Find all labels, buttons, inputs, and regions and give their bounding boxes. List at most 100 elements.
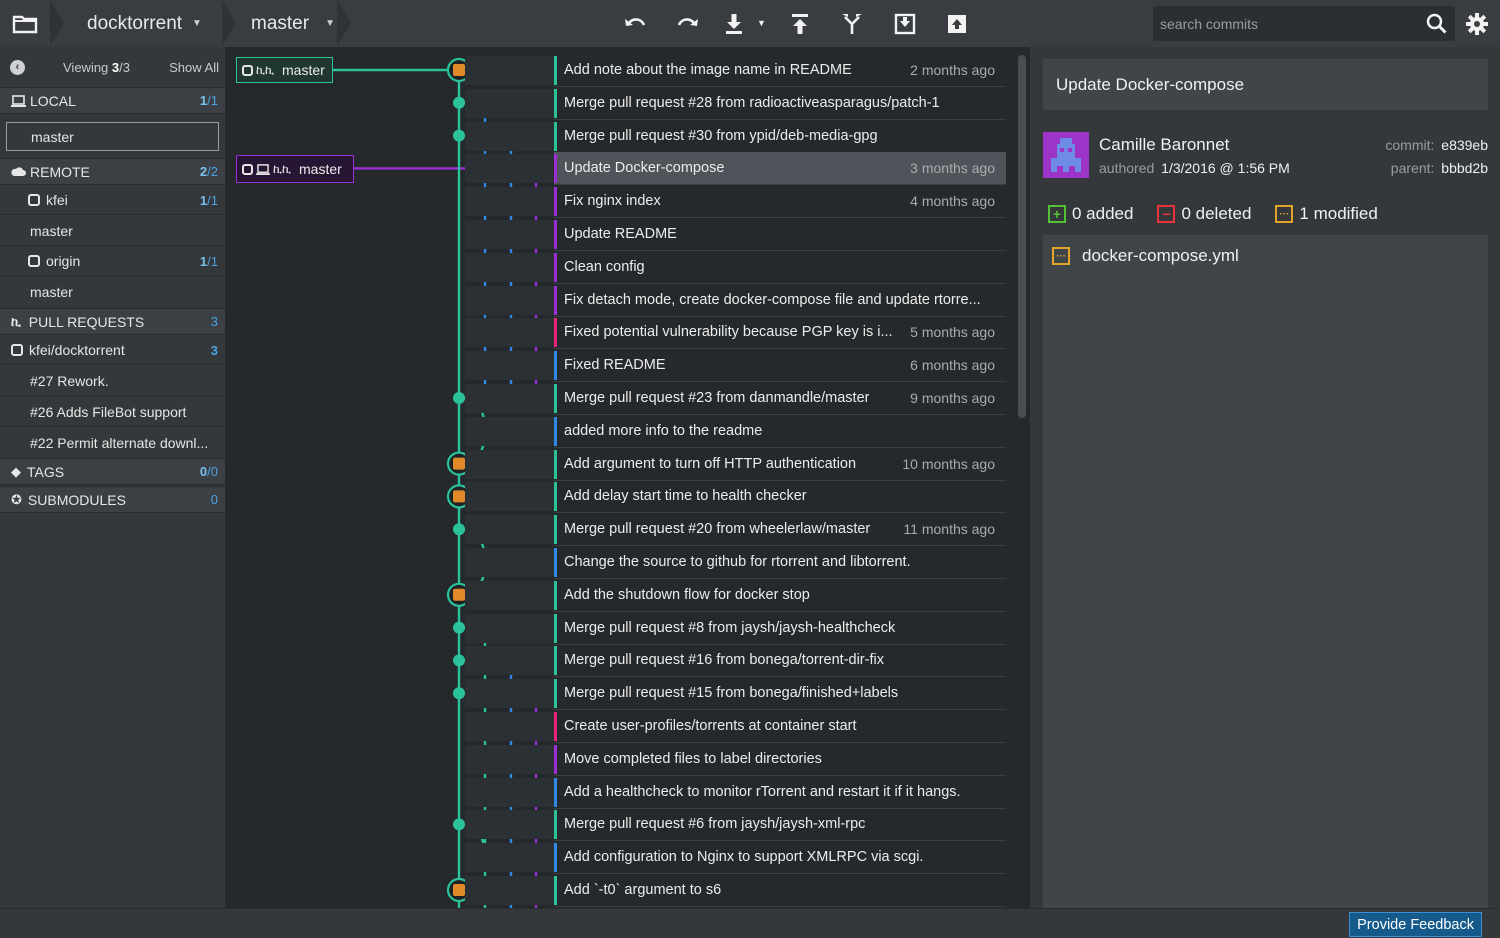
- commit-time: 2 months ago: [910, 62, 995, 78]
- commit-label: commit:: [1385, 137, 1435, 153]
- commit-message: Add the shutdown flow for docker stop: [564, 586, 810, 603]
- commit-message: Merge pull request #6 from jaysh/jaysh-x…: [564, 816, 866, 833]
- stash-icon: [894, 13, 916, 35]
- cloud-icon: [11, 167, 26, 176]
- remote-kfei[interactable]: kfei 1/1: [0, 186, 225, 215]
- commit-row[interactable]: Merge pull request #23 from danmandle/ma…: [554, 382, 1006, 415]
- parent-sha-line: parent: bbbd2b: [1391, 160, 1488, 176]
- branch-icon: [842, 14, 862, 34]
- commit-message: Merge pull request #15 from bonega/finis…: [564, 685, 899, 702]
- parent-sha[interactable]: bbbd2b: [1441, 160, 1488, 176]
- remote-section-header[interactable]: REMOTE 2/2: [0, 158, 225, 185]
- pull-request-icon: ኪኪ: [273, 161, 292, 176]
- graph-row-band: [465, 777, 554, 807]
- search-icon[interactable]: [1426, 13, 1447, 34]
- laptop-icon: [256, 163, 270, 175]
- commit-message: Change the source to github for rtorrent…: [564, 554, 911, 570]
- commit-row[interactable]: Merge pull request #16 from bonega/torre…: [554, 644, 1006, 678]
- scrollbar[interactable]: [1018, 55, 1026, 418]
- repo-selector[interactable]: docktorrent ▼: [87, 0, 202, 47]
- branch-tag-master-head[interactable]: ኪኪ master: [236, 57, 333, 83]
- commit-row[interactable]: Add argument to turn off HTTP authentica…: [554, 448, 1006, 481]
- commit-row[interactable]: Merge pull request #28 from radioactivea…: [554, 87, 1006, 120]
- branch-selector[interactable]: master ▼: [251, 0, 335, 47]
- chevron-down-icon: ▼: [325, 18, 335, 29]
- commit-row[interactable]: Update Docker-compose 3 months ago: [554, 152, 1006, 186]
- back-icon[interactable]: ‹: [10, 59, 25, 75]
- push-button[interactable]: [784, 8, 816, 40]
- stash-button[interactable]: [889, 8, 921, 40]
- merge-node: [453, 687, 465, 700]
- commit-row[interactable]: added more info to the readme: [554, 415, 1006, 448]
- pr-item[interactable]: #27 Rework.: [0, 366, 225, 396]
- commit-row[interactable]: Update README: [554, 218, 1006, 251]
- branch-button[interactable]: [836, 8, 868, 40]
- tag-icon: ◆: [11, 463, 21, 479]
- graph-row-band: [465, 416, 554, 446]
- repo-folder-button[interactable]: [0, 0, 50, 47]
- commit-row[interactable]: Add configuration to Nginx to support XM…: [554, 841, 1006, 875]
- graph-row-band: [465, 318, 554, 348]
- toolbar: docktorrent ▼ master ▼ ▼: [0, 0, 1500, 47]
- commit-row[interactable]: Change the source to github for rtorrent…: [554, 546, 1006, 579]
- search-input[interactable]: [1153, 6, 1423, 41]
- commit-time: 6 months ago: [910, 357, 995, 374]
- merge-node: [453, 392, 465, 404]
- commit-row[interactable]: Create user-profiles/torrents at contain…: [554, 710, 1006, 743]
- remote-kfei-branch-master[interactable]: master: [0, 216, 225, 246]
- pr-item[interactable]: #22 Permit alternate downl...: [0, 428, 225, 457]
- local-section-header[interactable]: LOCAL 1/1: [0, 87, 225, 114]
- local-branch-master[interactable]: master: [6, 122, 219, 151]
- commit-row[interactable]: Merge pull request #15 from bonega/finis…: [554, 677, 1006, 711]
- repo-name: docktorrent: [87, 12, 183, 34]
- commit-row[interactable]: Add the shutdown flow for docker stop: [554, 579, 1006, 612]
- pull-requests-section-header[interactable]: ኪ PULL REQUESTS 3: [0, 308, 225, 335]
- submodules-label: SUBMODULES: [27, 491, 126, 508]
- commit-row[interactable]: Merge pull request #30 from ypid/deb-med…: [554, 120, 1006, 153]
- undo-icon: [625, 18, 646, 26]
- commit-row[interactable]: Merge pull request #8 from jaysh/jaysh-h…: [554, 612, 1006, 645]
- graph-row-band: [465, 482, 554, 512]
- undo-button[interactable]: [619, 8, 651, 40]
- graph-row-band: [465, 56, 554, 85]
- commit-row[interactable]: Add a healthcheck to monitor rTorrent an…: [554, 776, 1006, 809]
- pr-repo-kfei-docktorrent[interactable]: kfei/docktorrent 3: [0, 336, 225, 365]
- file-row[interactable]: ··· docker-compose.yml: [1043, 243, 1488, 269]
- commit-row[interactable]: Fixed potential vulnerability because PG…: [554, 316, 1006, 350]
- pr-item[interactable]: #26 Adds FileBot support: [0, 397, 225, 427]
- branch-color-bar: [554, 646, 557, 676]
- remote-origin-count-total: /1: [207, 253, 218, 269]
- commit-row[interactable]: Add `-t0` argument to s6: [554, 874, 1006, 907]
- settings-button[interactable]: [1461, 8, 1493, 40]
- provide-feedback-button[interactable]: Provide Feedback: [1349, 912, 1482, 937]
- commit-row[interactable]: Add delay start time to health checker: [554, 480, 1006, 514]
- added-icon: +: [1048, 205, 1066, 223]
- show-all-link[interactable]: Show All: [169, 60, 219, 75]
- branch-tag-master-local[interactable]: ኪኪ master: [236, 155, 354, 183]
- viewing-total: /3: [119, 59, 130, 75]
- commit-row[interactable]: Move completed files to label directorie…: [554, 743, 1006, 776]
- commit-row[interactable]: Clean config: [554, 251, 1006, 284]
- pull-button[interactable]: [718, 8, 750, 40]
- branch-color-bar: [554, 679, 557, 709]
- remote-origin[interactable]: origin 1/1: [0, 247, 225, 276]
- commit-row[interactable]: Merge pull request #20 from wheelerlaw/m…: [554, 513, 1006, 547]
- remote-kfei-label: kfei: [46, 192, 68, 208]
- commit-detail-panel: Update Docker-compose Camille Baronnet a…: [1030, 47, 1500, 908]
- commit-row[interactable]: Merge pull request #6 from jaysh/jaysh-x…: [554, 808, 1006, 842]
- commit-row[interactable]: Add note about the image name in README 2…: [554, 54, 1006, 87]
- redo-button[interactable]: [672, 8, 704, 40]
- commit-row[interactable]: Fix nginx index 4 months ago: [554, 185, 1006, 219]
- submodules-section-header[interactable]: ✪ SUBMODULES 0: [0, 486, 225, 513]
- commit-row[interactable]: Fixed README 6 months ago: [554, 349, 1006, 383]
- pop-stash-button[interactable]: [941, 8, 973, 40]
- commit-message: Merge pull request #8 from jaysh/jaysh-h…: [564, 619, 896, 636]
- graph-row-band: [465, 187, 554, 217]
- remote-origin-branch-master[interactable]: master: [0, 277, 225, 307]
- avatar-icon: [453, 64, 465, 76]
- commit-row[interactable]: Fix detach mode, create docker-compose f…: [554, 284, 1006, 317]
- commit-sha[interactable]: e839eb: [1441, 137, 1488, 153]
- pull-options-button[interactable]: ▼: [757, 18, 766, 28]
- tags-section-header[interactable]: ◆ TAGS 0/0: [0, 458, 225, 485]
- commit-time: 4 months ago: [910, 193, 995, 210]
